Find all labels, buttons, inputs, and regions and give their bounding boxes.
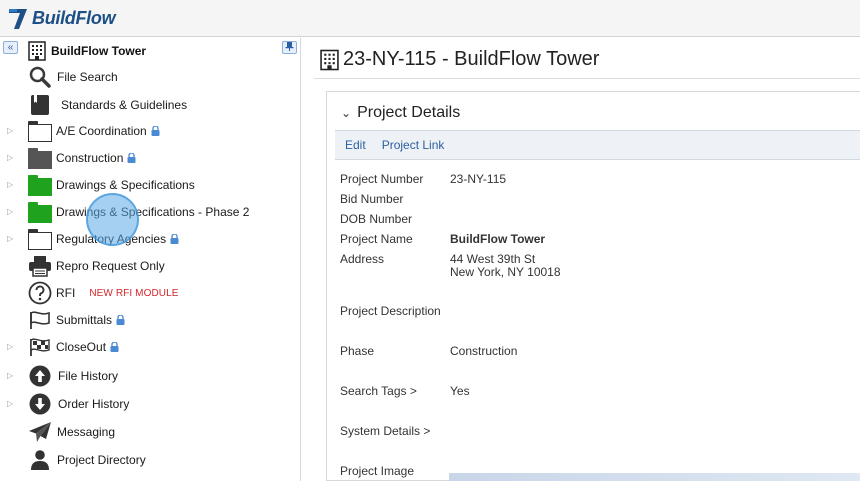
- logo-text: BuildFlow: [32, 7, 116, 28]
- sidebar-item-submittals[interactable]: Submittals: [0, 307, 290, 333]
- tree-root-project[interactable]: BuildFlow Tower: [28, 41, 146, 61]
- lock-icon: [170, 234, 179, 244]
- sidebar-item-file-search[interactable]: File Search: [0, 64, 290, 90]
- system-details-toggle[interactable]: System Details >: [340, 424, 430, 438]
- expand-arrow-icon[interactable]: ▷: [7, 234, 15, 244]
- sidebar-item-regulatory-agencies[interactable]: ▷ Regulatory Agencies: [0, 226, 290, 252]
- logo-icon: [9, 9, 27, 29]
- project-details-panel: ⌄ Project Details Edit Project Link Proj…: [326, 91, 860, 481]
- search-tags-toggle[interactable]: Search Tags >: [340, 384, 417, 398]
- pin-icon: [285, 42, 294, 51]
- expand-arrow-icon[interactable]: ▷: [7, 207, 15, 217]
- panel-heading: Project Details: [357, 104, 461, 121]
- folder-green-icon: [28, 200, 52, 224]
- lock-icon: [110, 342, 119, 352]
- question-circle-icon: [28, 281, 52, 305]
- chevron-down-icon[interactable]: ⌄: [341, 106, 351, 120]
- top-bar: BuildFlow: [0, 0, 860, 37]
- sidebar-item-drawings-specs-phase-2[interactable]: ▷ Drawings & Specifications - Phase 2: [0, 199, 290, 225]
- folder-dark-icon: [28, 146, 52, 170]
- main-content: 23-NY-115 - BuildFlow Tower ⌄ Project De…: [314, 38, 860, 481]
- arrow-up-circle-icon: [28, 364, 52, 388]
- expand-arrow-icon[interactable]: ▷: [7, 371, 15, 381]
- new-rfi-badge: NEW RFI MODULE: [89, 287, 179, 299]
- sidebar-item-ae-coordination[interactable]: ▷ A/E Coordination: [0, 118, 290, 144]
- sidebar-item-repro-request[interactable]: Repro Request Only: [0, 253, 290, 279]
- sidebar-item-standards[interactable]: Standards & Guidelines: [0, 92, 290, 118]
- sidebar-item-label: RFI NEW RFI MODULE: [56, 286, 179, 300]
- field-label-project-number: Project Number: [340, 172, 424, 186]
- sidebar-item-file-history[interactable]: ▷ File History: [0, 363, 290, 389]
- field-label-address: Address: [340, 252, 385, 266]
- flag-outline-icon: [28, 308, 52, 332]
- sidebar-item-construction[interactable]: ▷ Construction: [0, 145, 290, 171]
- field-label-bid-number: Bid Number: [340, 192, 404, 206]
- field-value-project-number: 23-NY-115: [450, 172, 507, 186]
- collapse-sidebar-button[interactable]: «: [3, 41, 18, 54]
- sidebar-item-closeout[interactable]: ▷ CloseOut: [0, 334, 290, 360]
- sidebar-item-rfi[interactable]: RFI NEW RFI MODULE: [0, 280, 290, 306]
- sidebar-item-label: File Search: [57, 70, 118, 84]
- sidebar-item-label: Repro Request Only: [56, 259, 165, 273]
- arrow-down-circle-icon: [28, 392, 52, 416]
- building-icon: [320, 49, 339, 70]
- app-logo[interactable]: BuildFlow: [6, 4, 116, 32]
- tree-root-label: BuildFlow Tower: [51, 44, 147, 58]
- sidebar-item-label: Order History: [58, 397, 130, 411]
- search-icon: [28, 65, 52, 89]
- page-title-text: 23-NY-115 - BuildFlow Tower: [343, 48, 600, 70]
- project-details-header[interactable]: ⌄ Project Details: [341, 104, 460, 122]
- project-link-link[interactable]: Project Link: [382, 138, 445, 152]
- folder-green-icon: [28, 173, 52, 197]
- field-label-project-name: Project Name: [340, 232, 413, 246]
- field-label-project-image: Project Image: [340, 464, 415, 478]
- title-divider: [314, 78, 860, 79]
- field-value-search-tags: Yes: [450, 384, 470, 398]
- field-value-address-line-2: New York, NY 10018: [450, 265, 561, 279]
- checkered-flag-icon: [28, 335, 52, 359]
- expand-arrow-icon[interactable]: ▷: [7, 399, 15, 409]
- lock-icon: [116, 315, 125, 325]
- field-value-project-name: BuildFlow Tower: [450, 232, 546, 246]
- person-icon: [28, 448, 52, 472]
- expand-arrow-icon[interactable]: ▷: [7, 153, 15, 163]
- sidebar-item-label: A/E Coordination: [56, 124, 160, 138]
- expand-arrow-icon[interactable]: ▷: [7, 180, 15, 190]
- sidebar-item-drawings-specs[interactable]: ▷ Drawings & Specifications: [0, 172, 290, 198]
- edit-link[interactable]: Edit: [345, 138, 366, 152]
- sidebar-item-label: File History: [58, 369, 119, 383]
- sidebar-item-label: Project Directory: [57, 453, 146, 467]
- sidebar-item-messaging[interactable]: Messaging: [0, 419, 290, 445]
- sidebar: « BuildFlow Tower File Search Standards …: [0, 38, 301, 481]
- sidebar-item-label: Regulatory Agencies: [56, 232, 179, 246]
- field-label-phase: Phase: [340, 344, 375, 358]
- page-title: 23-NY-115 - BuildFlow Tower: [320, 48, 599, 71]
- folder-outline-icon: [28, 227, 52, 251]
- sidebar-item-label: Messaging: [57, 425, 116, 439]
- field-label-project-description: Project Description: [340, 304, 441, 318]
- field-value-phase: Construction: [450, 344, 518, 358]
- folder-outline-icon: [28, 119, 52, 143]
- paper-plane-icon: [28, 420, 52, 444]
- sidebar-item-label: Standards & Guidelines: [61, 98, 188, 112]
- lock-icon: [151, 126, 160, 136]
- sidebar-item-label: CloseOut: [56, 340, 119, 354]
- pin-sidebar-button[interactable]: [282, 41, 297, 54]
- sidebar-item-label: Construction: [56, 151, 136, 165]
- printer-icon: [28, 254, 52, 278]
- panel-action-bar: Edit Project Link: [335, 130, 860, 160]
- lock-icon: [127, 153, 136, 163]
- field-label-dob-number: DOB Number: [340, 212, 413, 226]
- sidebar-item-project-directory[interactable]: Project Directory: [0, 447, 290, 473]
- sidebar-item-label: Drawings & Specifications - Phase 2: [56, 205, 250, 219]
- building-icon: [28, 41, 46, 61]
- expand-arrow-icon[interactable]: ▷: [7, 342, 15, 352]
- project-image[interactable]: [449, 473, 860, 481]
- sidebar-item-label: Submittals: [56, 313, 125, 327]
- sidebar-item-label: Drawings & Specifications: [56, 178, 195, 192]
- expand-arrow-icon[interactable]: ▷: [7, 126, 15, 136]
- book-icon: [28, 93, 52, 117]
- sidebar-item-order-history[interactable]: ▷ Order History: [0, 391, 290, 417]
- field-value-address-line-1: 44 West 39th St: [450, 252, 536, 266]
